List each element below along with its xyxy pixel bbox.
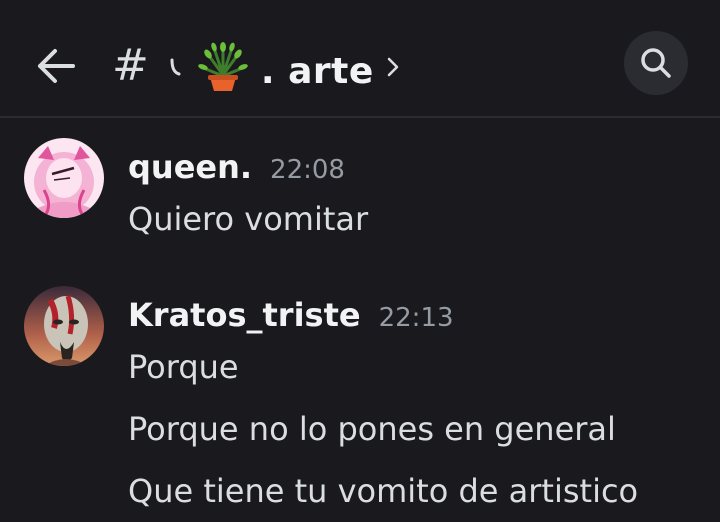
timestamp: 22:08 (270, 155, 345, 185)
channel-header: # . arte (0, 0, 720, 118)
message-text: Porque (128, 348, 239, 386)
chevron-right-icon (387, 57, 399, 77)
message-text: Que tiene tu vomito de artistico (128, 472, 639, 510)
avatar-image (24, 138, 104, 218)
avatar[interactable] (24, 286, 104, 366)
arrow-left-icon (38, 49, 75, 83)
avatar[interactable] (24, 138, 104, 218)
potted-plant-icon (198, 42, 248, 91)
channel-name: . arte (260, 50, 374, 92)
avatar-image (24, 286, 104, 366)
message-text: Porque no lo pones en general (128, 410, 616, 448)
channel-hash-icon: # (112, 40, 149, 91)
back-button[interactable] (30, 40, 82, 92)
message-text: Quiero vomitar (128, 200, 369, 238)
channel-title[interactable]: # . arte (112, 36, 400, 96)
message-header: queen. 22:08 (128, 148, 345, 186)
search-icon (641, 48, 671, 78)
chat-screen: # . arte queen. 22:08 Quiero vomitar Kra… (0, 0, 720, 522)
search-button[interactable] (624, 31, 688, 95)
message-header: Kratos_triste 22:13 (128, 296, 454, 334)
channel-decoration-icon (170, 58, 181, 76)
username[interactable]: Kratos_triste (128, 296, 361, 334)
username[interactable]: queen. (128, 148, 252, 186)
timestamp: 22:13 (378, 303, 454, 333)
